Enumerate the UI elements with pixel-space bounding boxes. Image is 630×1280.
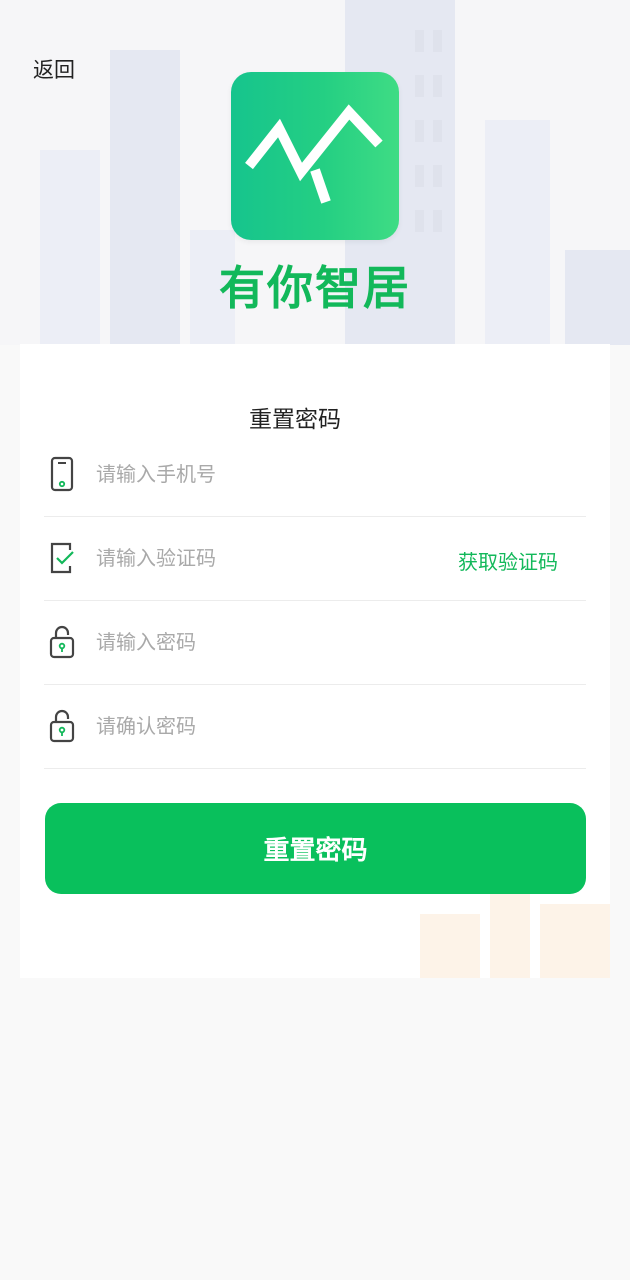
verify-check-icon — [48, 540, 76, 576]
password-field[interactable] — [44, 600, 586, 685]
password-input[interactable] — [96, 622, 426, 662]
building-decoration — [540, 904, 610, 978]
house-roof-logo-icon — [231, 72, 399, 240]
verification-code-field[interactable]: 获取验证码 — [44, 516, 586, 601]
reset-password-button[interactable]: 重置密码 — [45, 803, 586, 894]
header-background: 返回 有你智居 — [0, 0, 630, 345]
building-decoration — [490, 884, 530, 978]
phone-input[interactable] — [96, 454, 426, 494]
phone-icon — [48, 456, 76, 492]
confirm-password-field[interactable] — [44, 684, 586, 769]
lock-icon — [48, 708, 76, 744]
phone-field[interactable] — [44, 432, 586, 517]
building-decoration — [420, 914, 480, 978]
lock-icon — [48, 624, 76, 660]
verification-code-input[interactable] — [96, 538, 426, 578]
form-title: 重置密码 — [249, 407, 341, 433]
get-code-button[interactable]: 获取验证码 — [458, 546, 558, 575]
brand-name: 有你智居 — [219, 261, 411, 315]
back-button[interactable]: 返回 — [33, 54, 75, 84]
confirm-password-input[interactable] — [96, 706, 426, 746]
